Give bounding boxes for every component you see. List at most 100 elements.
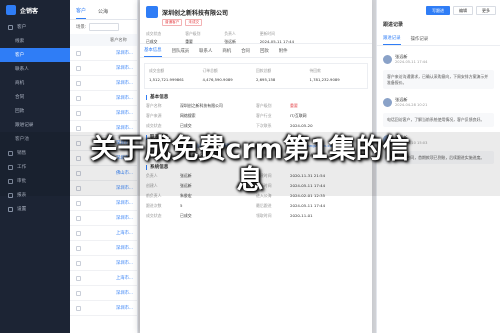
sidebar-item[interactable]: 联系人 — [0, 62, 70, 76]
drawer-tab[interactable]: 回款 — [260, 48, 269, 57]
customer-name-link[interactable]: 深圳市... — [116, 200, 133, 206]
drawer-header: 深圳创之新科技有限公司 普通客户 未成交 成交状态 已成交 客户级别 重要 负责人 张远新… — [140, 0, 372, 44]
sidebar-item[interactable]: 商机 — [0, 76, 70, 90]
sidebar-item[interactable]: 跟进记录 — [0, 118, 70, 132]
drawer-tab[interactable]: 附件 — [279, 48, 288, 57]
scene-select[interactable] — [89, 23, 120, 31]
field-label: 跟进次数 — [146, 203, 162, 208]
field-value: IT/互联网 — [290, 113, 307, 118]
table-row[interactable]: 深圳市... — [70, 256, 137, 271]
table-row[interactable]: 深圳市... — [70, 211, 137, 226]
stat-value: 1,512,721.999861 — [149, 77, 185, 82]
table-row[interactable]: 深圳市... — [70, 241, 137, 256]
customer-name-link[interactable]: 深圳市... — [116, 305, 133, 311]
table-row[interactable]: 上海市... — [70, 271, 137, 286]
customer-name-link[interactable]: 深圳市... — [116, 125, 133, 131]
row-checkbox[interactable] — [76, 65, 81, 71]
table-row[interactable]: 深圳市... — [70, 91, 137, 106]
sidebar-item[interactable]: 设置 — [0, 202, 70, 216]
stat-item: 回款总额 2,695,158 — [256, 68, 310, 84]
drawer-tab[interactable]: 团队成员 — [172, 48, 190, 57]
customer-name-link[interactable]: 深圳市... — [116, 80, 133, 86]
section-basic-title: 基本信息 — [146, 94, 366, 100]
row-checkbox[interactable] — [76, 80, 81, 86]
row-checkbox[interactable] — [76, 230, 81, 236]
row-checkbox[interactable] — [76, 110, 81, 116]
row-checkbox[interactable] — [76, 95, 81, 101]
tab-customers[interactable]: 客户 — [76, 7, 87, 19]
meta-label: 成交状态 — [146, 31, 162, 36]
table-row[interactable]: 深圳市... — [70, 76, 137, 91]
write-followup-button[interactable]: 写跟进 — [426, 6, 450, 15]
table-row[interactable]: 深圳市... — [70, 46, 137, 61]
field-value: 2024-05-11 17:44 — [290, 203, 326, 208]
field-row: 成交状态 已成交 — [146, 213, 256, 219]
record-content: 电话回访客户，了解当前系统使用情况，客户反馈良好。 — [383, 113, 494, 127]
row-checkbox[interactable] — [76, 125, 81, 131]
row-checkbox[interactable] — [76, 215, 81, 221]
activity-tabs: 跟进记录 操作记录 — [377, 34, 500, 46]
sidebar-item-label: 线索 — [15, 39, 25, 44]
drawer-actions: 写跟进 编辑 更多 — [426, 6, 496, 15]
field-label: 成交状态 — [146, 123, 162, 128]
meta-value: 张远新 — [224, 39, 236, 44]
stat-item: 成交金额 1,512,721.999861 — [149, 68, 203, 84]
row-checkbox[interactable] — [76, 305, 81, 311]
field-label: 客户名称 — [146, 103, 162, 108]
more-button[interactable]: 更多 — [476, 6, 496, 15]
field-row: 最后跟进 2024-05-11 17:44 — [256, 203, 366, 209]
row-checkbox[interactable] — [76, 275, 81, 281]
drawer-meta: 成交状态 已成交 客户级别 重要 负责人 张远新 更新时间 2024-05-11 17:44 — [146, 31, 366, 45]
drawer-tab[interactable]: 商机 — [222, 48, 231, 57]
company-name: 深圳创之新科技有限公司 — [162, 9, 229, 17]
customer-name-link[interactable]: 深圳市... — [116, 215, 133, 221]
customer-name-link[interactable]: 深圳市... — [116, 110, 133, 116]
record-header: 张远新 2024-05-11 17:44 — [383, 54, 494, 64]
customer-name-link[interactable]: 深圳市... — [116, 50, 133, 56]
menu-icon — [8, 206, 13, 212]
field-value: 重要 — [290, 103, 298, 108]
field-label: 客户来源 — [146, 113, 162, 118]
edit-button[interactable]: 编辑 — [453, 6, 473, 15]
row-checkbox[interactable] — [76, 260, 81, 266]
field-row: 客户名称 深圳创之新科技有限公司 — [146, 103, 256, 109]
sidebar-item[interactable]: 合同 — [0, 90, 70, 104]
customer-name-link[interactable]: 深圳市... — [116, 95, 133, 101]
row-checkbox[interactable] — [76, 50, 81, 56]
customer-name-link[interactable]: 上海市... — [116, 230, 133, 236]
sidebar-item-label: 客户 — [17, 25, 27, 30]
field-label: 最后跟进 — [256, 203, 272, 208]
drawer-tab[interactable]: 联系人 — [199, 48, 212, 57]
tab-followup-records[interactable]: 跟进记录 — [383, 35, 401, 45]
row-checkbox[interactable] — [76, 290, 81, 296]
table-row[interactable]: 深圳市... — [70, 286, 137, 301]
customer-name-link[interactable]: 深圳市... — [116, 245, 133, 251]
tab-public-pool[interactable]: 公海 — [98, 8, 108, 19]
meta-item: 成交状态 已成交 — [146, 31, 161, 45]
customer-name-link[interactable]: 深圳市... — [116, 65, 133, 71]
table-row[interactable]: 深圳市... — [70, 301, 137, 316]
drawer-tab[interactable]: 基本信息 — [144, 47, 162, 57]
field-row: 领取时间 2020-11-01 — [256, 213, 366, 219]
field-value: 2024-05-20 — [290, 123, 313, 128]
sidebar-item[interactable]: 客户 — [0, 48, 70, 62]
sidebar-item[interactable]: 线索 — [0, 34, 70, 48]
avatar — [383, 54, 392, 64]
sidebar-item[interactable]: 回款 — [0, 104, 70, 118]
sidebar-item[interactable]: 客户 — [0, 20, 70, 34]
customer-name-link[interactable]: 深圳市... — [116, 260, 133, 266]
customer-name-link[interactable]: 深圳市... — [116, 290, 133, 296]
row-checkbox[interactable] — [76, 200, 81, 206]
tab-operation-records[interactable]: 操作记录 — [411, 36, 429, 45]
drawer-tab[interactable]: 合同 — [241, 48, 250, 57]
table-row[interactable]: 上海市... — [70, 226, 137, 241]
customer-name-link[interactable]: 上海市... — [116, 275, 133, 281]
meta-label: 客户级别 — [185, 31, 201, 36]
table-row[interactable]: 深圳市... — [70, 196, 137, 211]
field-row: 客户来源 网络搜索 — [146, 113, 256, 119]
sidebar-item-label: 商机 — [15, 81, 25, 86]
table-row[interactable]: 深圳市... — [70, 106, 137, 121]
stat-label: 待回款 — [309, 68, 321, 73]
table-row[interactable]: 深圳市... — [70, 61, 137, 76]
row-checkbox[interactable] — [76, 245, 81, 251]
